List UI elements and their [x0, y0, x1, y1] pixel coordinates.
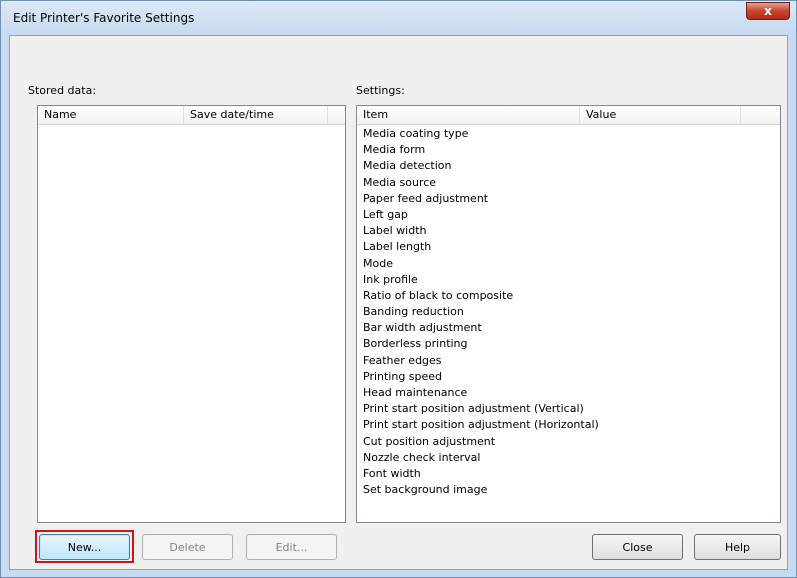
column-header-name[interactable]: Name — [38, 106, 184, 124]
settings-row[interactable]: Banding reduction — [357, 304, 780, 320]
settings-row[interactable]: Media source — [357, 175, 780, 191]
help-button[interactable]: Help — [694, 534, 781, 560]
settings-row[interactable]: Set background image — [357, 482, 780, 498]
stored-data-list[interactable]: Name Save date/time — [37, 105, 346, 523]
settings-label: Settings: — [356, 84, 405, 97]
settings-row[interactable]: Media coating type — [357, 126, 780, 142]
settings-row[interactable]: Printing speed — [357, 369, 780, 385]
settings-row[interactable]: Paper feed adjustment — [357, 191, 780, 207]
settings-row[interactable]: Left gap — [357, 207, 780, 223]
column-header-value[interactable]: Value — [580, 106, 741, 124]
settings-row[interactable]: Head maintenance — [357, 385, 780, 401]
settings-row[interactable]: Print start position adjustment (Vertica… — [357, 401, 780, 417]
settings-row[interactable]: Mode — [357, 256, 780, 272]
stored-data-label: Stored data: — [28, 84, 97, 97]
stored-data-header: Name Save date/time — [38, 106, 345, 125]
settings-header: Item Value — [357, 106, 780, 125]
settings-row[interactable]: Media form — [357, 142, 780, 158]
close-button[interactable]: Close — [592, 534, 683, 560]
title-bar[interactable]: Edit Printer's Favorite Settings x — [1, 1, 796, 35]
settings-rows: Media coating type Media form Media detect… — [357, 126, 780, 498]
settings-row[interactable]: Print start position adjustment (Horizon… — [357, 417, 780, 433]
settings-row[interactable]: Ink profile — [357, 272, 780, 288]
settings-list[interactable]: Item Value Media coating type Media form M… — [356, 105, 781, 523]
settings-row[interactable]: Ratio of black to composite — [357, 288, 780, 304]
settings-row[interactable]: Cut position adjustment — [357, 434, 780, 450]
settings-row[interactable]: Label length — [357, 239, 780, 255]
dialog-client-area: Stored data: Name Save date/time Setting… — [9, 35, 788, 570]
settings-row[interactable]: Feather edges — [357, 353, 780, 369]
settings-row[interactable]: Nozzle check interval — [357, 450, 780, 466]
close-icon: x — [764, 4, 772, 18]
column-header-save-date[interactable]: Save date/time — [184, 106, 328, 124]
settings-row[interactable]: Bar width adjustment — [357, 320, 780, 336]
window-title: Edit Printer's Favorite Settings — [13, 11, 195, 25]
dialog-window: Edit Printer's Favorite Settings x Store… — [0, 0, 797, 578]
delete-button[interactable]: Delete — [142, 534, 233, 560]
settings-row[interactable]: Borderless printing — [357, 336, 780, 352]
new-button[interactable]: New... — [39, 534, 130, 560]
edit-button[interactable]: Edit... — [246, 534, 337, 560]
column-header-item[interactable]: Item — [357, 106, 580, 124]
settings-row[interactable]: Font width — [357, 466, 780, 482]
settings-row[interactable]: Label width — [357, 223, 780, 239]
close-window-button[interactable]: x — [746, 2, 790, 20]
settings-row[interactable]: Media detection — [357, 158, 780, 174]
